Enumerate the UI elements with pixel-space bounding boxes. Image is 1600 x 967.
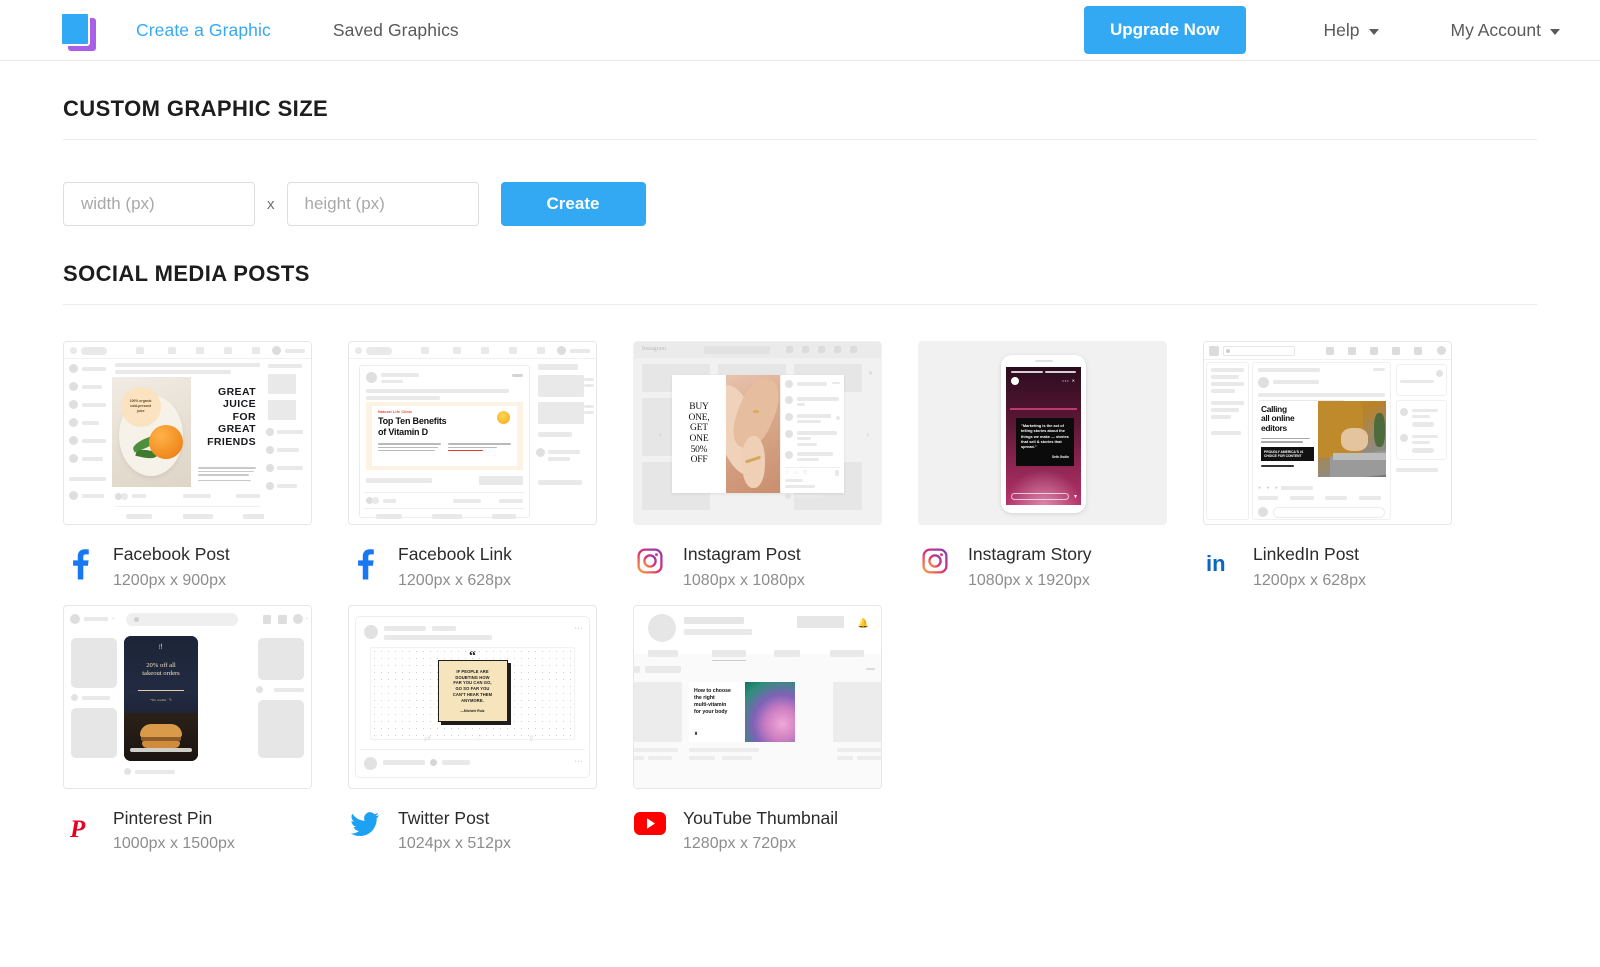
instagram-icon bbox=[918, 548, 952, 574]
linkedin-post-thumbnail[interactable]: Calling all online editors PROUDLY AMERICA… bbox=[1203, 341, 1452, 525]
card-size: 1000px x 1500px bbox=[113, 835, 235, 853]
template-card-twitter-post[interactable]: ••• “ IF PEOPLE ARE DOUBTING HOW FAR YOU C… bbox=[348, 604, 597, 857]
header-actions: Upgrade Now Help My Account bbox=[1083, 6, 1560, 54]
dimension-separator: x bbox=[267, 195, 275, 213]
card-size: 1200px x 900px bbox=[113, 571, 226, 589]
my-account-menu-label: My Account bbox=[1450, 19, 1541, 40]
stacked-squares-logo[interactable] bbox=[56, 9, 100, 51]
instagram-story-thumbnail[interactable]: ••• ✕ "Marketing is the act of telling s… bbox=[918, 341, 1167, 525]
svg-text:in: in bbox=[1206, 551, 1226, 576]
help-menu[interactable]: Help bbox=[1324, 20, 1379, 41]
twitter-icon bbox=[348, 811, 382, 838]
instagram-icon bbox=[633, 548, 667, 574]
pinterest-pin-thumbnail[interactable]: ⌄ ⌄ 🍴 20% off all takeout orders *No cre… bbox=[63, 604, 312, 789]
width-input[interactable] bbox=[63, 182, 255, 226]
facebook-icon bbox=[348, 548, 382, 580]
facebook-link-thumbnail[interactable]: Natural Life Clinic Top Ten Benefits of V… bbox=[348, 341, 597, 525]
template-card-youtube-thumbnail[interactable]: 🔔 How to choose the right multi-vitamin for bbox=[633, 604, 882, 857]
card-title: Instagram Story bbox=[968, 544, 1092, 564]
card-title: LinkedIn Post bbox=[1253, 544, 1360, 564]
svg-text:P: P bbox=[69, 816, 86, 842]
template-card-linkedin-post[interactable]: Calling all online editors PROUDLY AMERICA… bbox=[1203, 341, 1452, 593]
create-button[interactable]: Create bbox=[500, 182, 646, 226]
card-size: 1080px x 1080px bbox=[683, 571, 805, 589]
chevron-down-icon bbox=[1550, 29, 1560, 35]
my-account-menu[interactable]: My Account bbox=[1451, 20, 1560, 41]
card-size: 1080px x 1920px bbox=[968, 571, 1090, 589]
card-size: 1200px x 628px bbox=[398, 571, 511, 589]
custom-graphic-size-heading: CUSTOM GRAPHIC SIZE bbox=[63, 96, 329, 121]
upgrade-now-button[interactable]: Upgrade Now bbox=[1083, 6, 1246, 54]
pinterest-icon: P bbox=[63, 812, 97, 842]
card-size: 1280px x 720px bbox=[683, 835, 796, 853]
template-card-facebook-link[interactable]: Natural Life Clinic Top Ten Benefits of V… bbox=[348, 341, 597, 593]
facebook-post-thumbnail[interactable]: 100% organic cold-pressed juice GREAT JUICE… bbox=[63, 341, 312, 525]
card-title: Facebook Post bbox=[113, 544, 230, 564]
instagram-post-thumbnail[interactable]: Instagram ‹ › ✕ BUY ONE, GET ONE 50% OFF… bbox=[633, 341, 882, 525]
twitter-post-thumbnail[interactable]: ••• “ IF PEOPLE ARE DOUBTING HOW FAR YOU C… bbox=[348, 604, 597, 789]
main-content: CUSTOM GRAPHIC SIZE x Create SOCIAL MEDI… bbox=[0, 61, 1600, 868]
chevron-down-icon bbox=[1368, 29, 1379, 35]
logo-square-front bbox=[60, 12, 90, 46]
card-title: Facebook Link bbox=[398, 544, 512, 564]
card-title: Instagram Post bbox=[683, 544, 801, 564]
card-title: Twitter Post bbox=[398, 807, 490, 828]
social-media-posts-heading: SOCIAL MEDIA POSTS bbox=[63, 261, 310, 286]
template-card-instagram-post[interactable]: Instagram ‹ › ✕ BUY ONE, GET ONE 50% OFF… bbox=[633, 341, 882, 593]
youtube-icon bbox=[633, 811, 667, 835]
template-grid: 100% organic cold-pressed juice GREAT JUICE… bbox=[63, 305, 1537, 868]
facebook-icon bbox=[63, 548, 97, 580]
template-card-instagram-story[interactable]: ••• ✕ "Marketing is the act of telling s… bbox=[918, 341, 1167, 593]
nav-item-create-a-graphic[interactable]: Create a Graphic bbox=[136, 14, 271, 47]
help-menu-label: Help bbox=[1323, 19, 1360, 40]
template-card-facebook-post[interactable]: 100% organic cold-pressed juice GREAT JUICE… bbox=[63, 341, 312, 593]
card-size: 1024px x 512px bbox=[398, 835, 511, 853]
custom-size-form: x Create bbox=[63, 140, 1537, 226]
linkedin-icon: in bbox=[1203, 548, 1237, 576]
nav-item-saved-graphics[interactable]: Saved Graphics bbox=[333, 14, 459, 47]
height-input[interactable] bbox=[286, 182, 479, 226]
primary-nav: Create a Graphic Saved Graphics bbox=[136, 14, 521, 47]
youtube-thumbnail-thumbnail[interactable]: 🔔 How to choose the right multi-vitamin for bbox=[633, 604, 882, 789]
template-card-pinterest-pin[interactable]: ⌄ ⌄ 🍴 20% off all takeout orders *No cre… bbox=[63, 604, 312, 857]
card-title: YouTube Thumbnail bbox=[683, 807, 839, 828]
top-navigation-bar: Create a Graphic Saved Graphics Upgrade … bbox=[0, 0, 1600, 61]
card-size: 1200px x 628px bbox=[1253, 571, 1366, 589]
card-title: Pinterest Pin bbox=[113, 807, 213, 828]
